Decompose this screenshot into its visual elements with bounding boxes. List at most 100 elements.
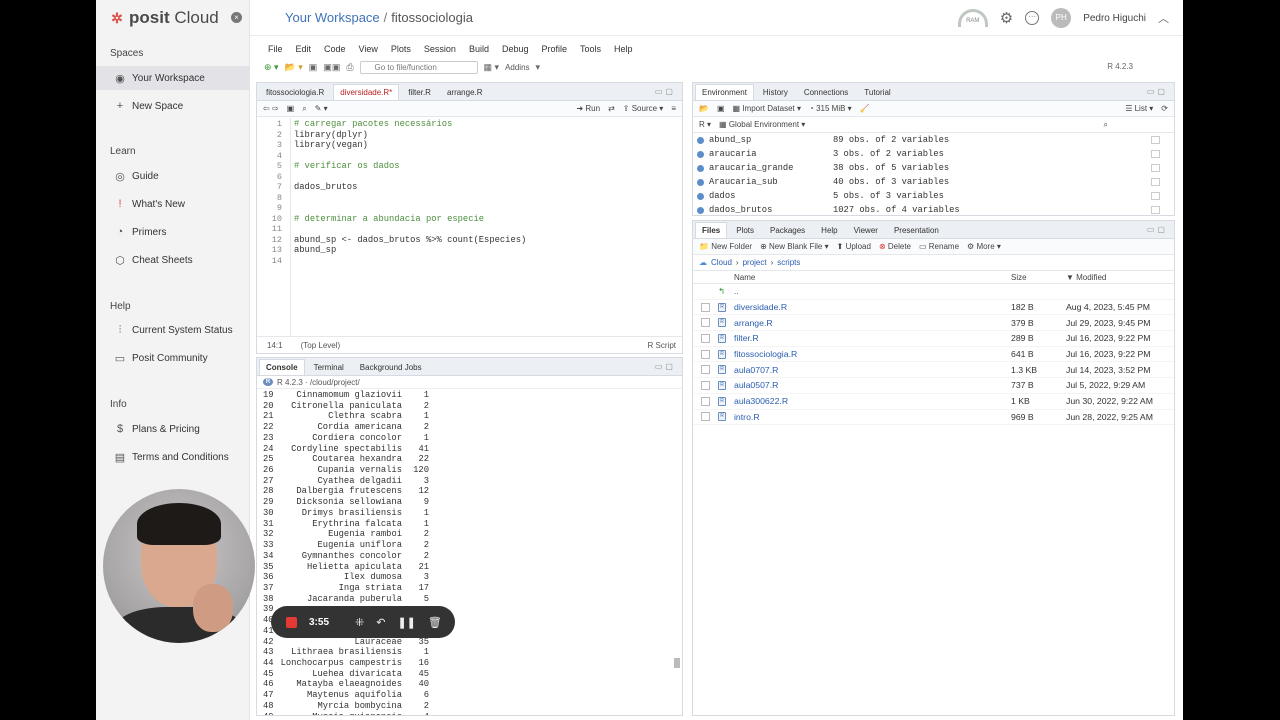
env-variable-row[interactable]: abund_sp 89 obs. of 2 variables — [693, 133, 1174, 147]
file-checkbox[interactable] — [701, 333, 710, 343]
sidebar-item-primers[interactable]: ◔ Primers — [96, 220, 250, 244]
grid-view-icon[interactable] — [1151, 164, 1160, 172]
menu-tools[interactable]: Tools — [580, 44, 601, 54]
scope-select[interactable]: ▦ Global Environment ▾ — [719, 120, 805, 129]
run-button[interactable]: ➜ Run — [576, 104, 600, 113]
file-name[interactable]: aula0707.R — [734, 365, 778, 375]
r-version[interactable]: R 4.2.3 — [1107, 62, 1133, 71]
breadcrumb-workspace[interactable]: Your Workspace — [285, 10, 380, 25]
file-row[interactable]: Rfilter.R 289 B Jul 16, 2023, 9:22 PM — [693, 331, 1174, 347]
file-row[interactable]: Rfitossociologia.R 641 B Jul 16, 2023, 9:2… — [693, 347, 1174, 363]
new-file-icon[interactable]: ⊕ ▾ — [264, 62, 279, 73]
pane-minmax-icon[interactable]: ▭▢ — [655, 87, 676, 96]
sidebar-item-whats-new[interactable]: ! What's New — [96, 192, 250, 216]
file-row-parent[interactable]: ↰.. — [693, 284, 1174, 300]
tab-environment[interactable]: Environment — [695, 84, 754, 100]
new-blank-file-button[interactable]: ⊕ New Blank File ▾ — [760, 242, 829, 251]
code-line[interactable]: abund_sp <- dados_brutos %>% count(Espec… — [294, 235, 526, 245]
data-frame-icon[interactable] — [697, 178, 704, 186]
code-area[interactable]: 1 2 3 4 5 6 7 8 9 10 11 12 13 14 # carregar pacotes n… — [257, 118, 682, 336]
data-frame-icon[interactable] — [697, 206, 704, 214]
code-line[interactable]: # verificar os dados — [294, 161, 400, 171]
menu-code[interactable]: Code — [324, 44, 346, 54]
env-variable-row[interactable]: araucaria 3 obs. of 2 variables — [693, 147, 1174, 161]
wand-icon[interactable]: ✎ ▾ — [315, 104, 328, 113]
col-modified[interactable]: ▼ Modified — [1066, 273, 1106, 282]
open-file-icon[interactable]: 📂 ▾ — [285, 62, 303, 73]
menu-file[interactable]: File — [268, 44, 283, 54]
tab-files[interactable]: Files — [695, 222, 728, 238]
refresh-icon[interactable]: ⟳ — [1161, 104, 1168, 113]
broom-icon[interactable]: 🧹 — [860, 104, 870, 113]
env-variable-row[interactable]: Araucaria_sub 40 obs. of 3 variables — [693, 175, 1174, 189]
view-mode-select[interactable]: ☰ List ▾ — [1125, 104, 1153, 113]
code-line[interactable]: library(dplyr) — [294, 130, 368, 140]
tab-console[interactable]: Console — [259, 359, 305, 375]
save-all-icon[interactable]: ▣▣ — [323, 62, 340, 73]
file-name[interactable]: aula0507.R — [734, 380, 778, 390]
grid-view-icon[interactable] — [1151, 206, 1160, 214]
file-checkbox[interactable] — [701, 380, 710, 390]
source-button[interactable]: ⇪ Source ▾ — [623, 104, 664, 113]
file-row[interactable]: Raula0507.R 737 B Jul 5, 2022, 9:29 AM — [693, 378, 1174, 394]
close-sidebar-icon[interactable]: × — [231, 12, 242, 23]
gear-icon[interactable]: ⚙ — [1000, 9, 1013, 27]
tab-viewer[interactable]: Viewer — [847, 222, 885, 238]
tab-background-jobs[interactable]: Background Jobs — [353, 359, 429, 375]
path-cloud[interactable]: Cloud — [711, 258, 732, 267]
tab-terminal[interactable]: Terminal — [307, 359, 351, 375]
col-size[interactable]: Size — [1011, 273, 1027, 282]
file-checkbox[interactable] — [701, 302, 710, 312]
menu-view[interactable]: View — [359, 44, 378, 54]
memory-usage[interactable]: ◔ 315 MiB ▾ — [809, 104, 852, 113]
file-row[interactable]: Rarrange.R 379 B Jul 29, 2023, 9:45 PM — [693, 315, 1174, 332]
pane-minmax-icon[interactable]: ▭▢ — [655, 362, 676, 371]
breadcrumb-project[interactable]: fitossociologia — [391, 10, 473, 25]
posit-logo[interactable]: ✲ posit Cloud — [110, 8, 219, 28]
more-button[interactable]: ⚙ More ▾ — [967, 242, 1001, 251]
col-name[interactable]: Name — [734, 273, 755, 282]
file-checkbox[interactable] — [701, 318, 710, 328]
path-scripts[interactable]: scripts — [777, 258, 800, 267]
grid-view-icon[interactable] — [1151, 178, 1160, 186]
grid-view-icon[interactable] — [1151, 136, 1160, 144]
pause-icon[interactable]: ❚❚ — [397, 616, 415, 629]
save-icon[interactable]: ▣ — [717, 104, 725, 113]
data-frame-icon[interactable] — [697, 150, 704, 158]
menu-build[interactable]: Build — [469, 44, 489, 54]
sidebar-item-plans[interactable]: $ Plans & Pricing — [96, 417, 250, 441]
rerun-icon[interactable]: ⇄ — [608, 104, 615, 113]
file-name[interactable]: intro.R — [734, 412, 760, 422]
data-frame-icon[interactable] — [697, 136, 704, 144]
tab-plots[interactable]: Plots — [729, 222, 761, 238]
grip-icon[interactable]: ⁜ — [355, 616, 364, 629]
goto-file-input[interactable]: Go to file/function — [359, 61, 478, 74]
menu-help[interactable]: Help — [614, 44, 633, 54]
pane-minmax-icon[interactable]: ▭▢ — [1147, 225, 1168, 234]
file-checkbox[interactable] — [701, 365, 710, 375]
grid-view-icon[interactable] — [1151, 192, 1160, 200]
pane-minmax-icon[interactable]: ▭▢ — [1147, 87, 1168, 96]
file-checkbox[interactable] — [701, 412, 710, 422]
menu-session[interactable]: Session — [424, 44, 456, 54]
file-name[interactable]: fitossociologia.R — [734, 349, 797, 359]
open-icon[interactable]: 📂 — [699, 104, 709, 113]
file-row[interactable]: Rdiversidade.R 182 B Aug 4, 2023, 5:45 PM — [693, 300, 1174, 316]
tab-connections[interactable]: Connections — [797, 84, 855, 100]
new-folder-button[interactable]: 📁 New Folder — [699, 242, 752, 251]
data-frame-icon[interactable] — [697, 164, 704, 172]
file-name[interactable]: filter.R — [734, 333, 759, 343]
file-row[interactable]: Raula300622.R 1 KB Jun 30, 2022, 9:22 AM — [693, 394, 1174, 410]
tab-diversidade[interactable]: diversidade.R* — [333, 84, 400, 100]
tab-tutorial[interactable]: Tutorial — [857, 84, 897, 100]
chevron-up-icon[interactable]: ︿ — [1158, 10, 1169, 26]
menu-edit[interactable]: Edit — [296, 44, 312, 54]
code-line[interactable]: abund_sp — [294, 245, 336, 255]
user-name[interactable]: Pedro Higuchi — [1083, 13, 1146, 24]
code-line[interactable]: # determinar a abundacia por especie — [294, 214, 484, 224]
back-icon[interactable]: ⇦ ⇨ — [263, 104, 279, 113]
tab-presentation[interactable]: Presentation — [887, 222, 946, 238]
file-row[interactable]: Raula0707.R 1.3 KB Jul 14, 2023, 3:52 PM — [693, 362, 1174, 379]
console-output[interactable]: 19 Cinnamomum glaziovii 1 20 Citronella pani… — [257, 390, 672, 715]
print-icon[interactable]: ⎙ — [346, 62, 353, 73]
